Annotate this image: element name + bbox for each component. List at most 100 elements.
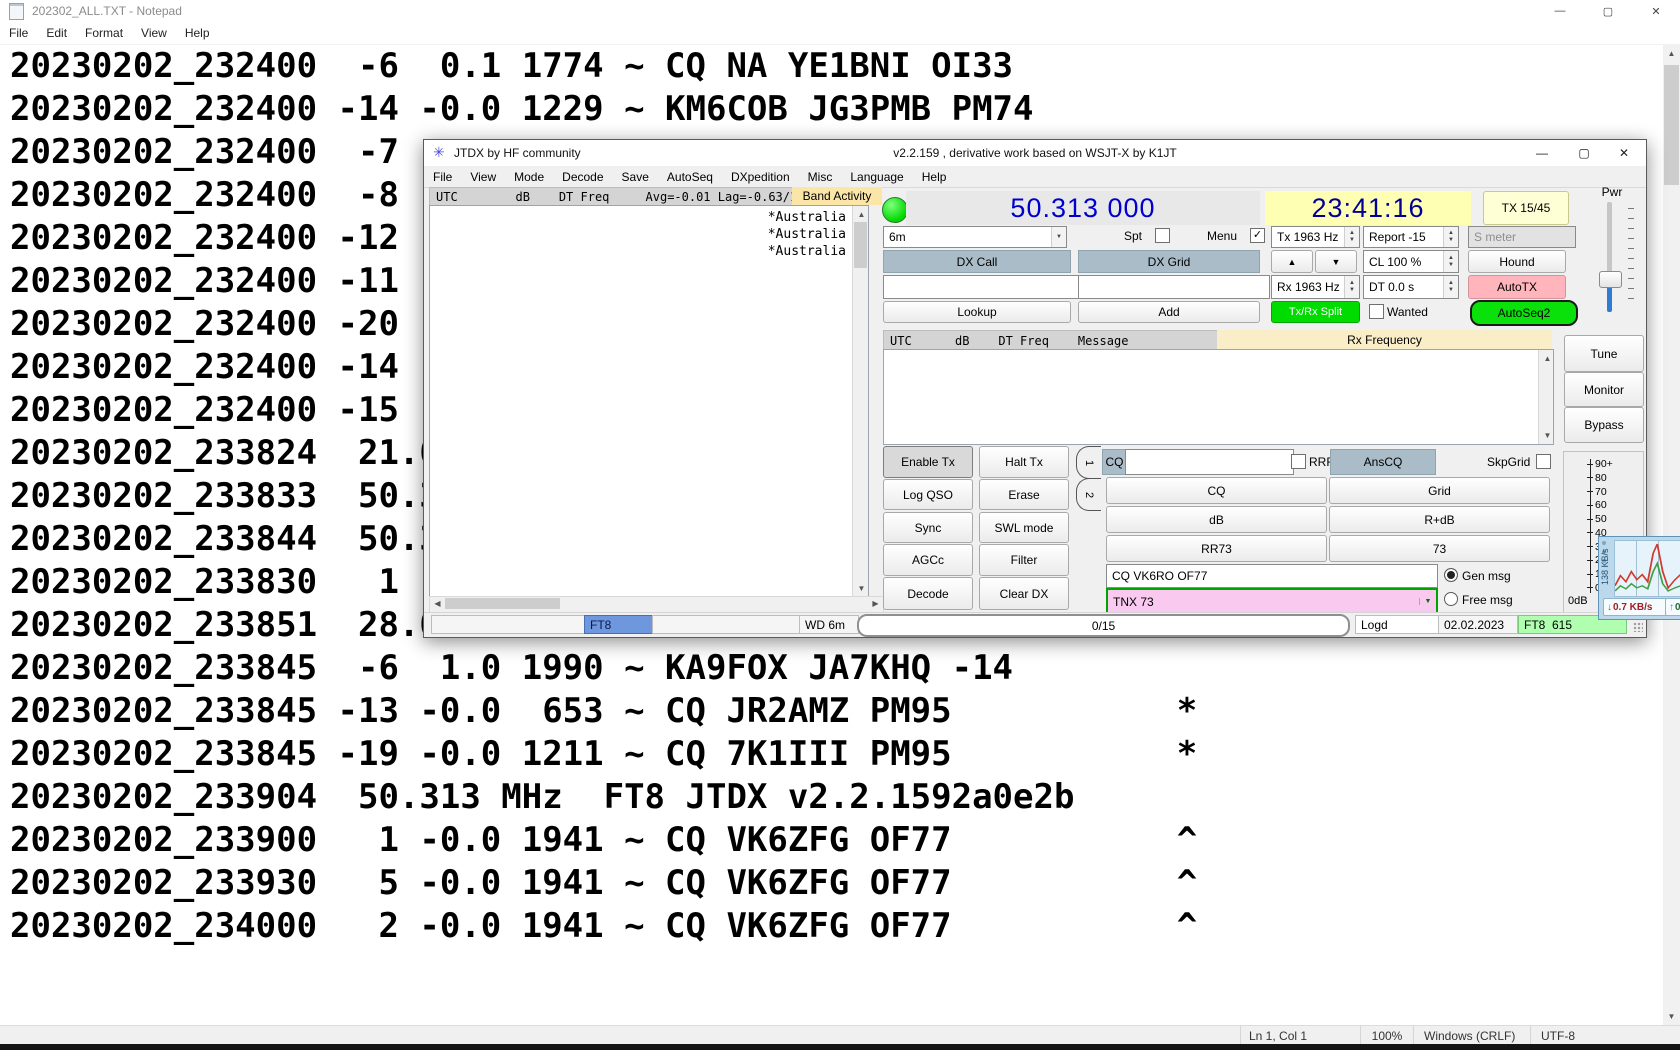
notepad-close-icon[interactable]: ✕ bbox=[1632, 0, 1680, 22]
autoseq2-button[interactable]: AutoSeq2 bbox=[1470, 300, 1578, 326]
anscq-button[interactable]: AnsCQ bbox=[1330, 449, 1436, 475]
dx-grid-input[interactable] bbox=[1078, 275, 1270, 299]
jtdx-menu-misc[interactable]: Misc bbox=[799, 168, 842, 186]
bypass-button[interactable]: Bypass bbox=[1564, 407, 1644, 443]
notepad-menu-help[interactable]: Help bbox=[176, 23, 219, 43]
cq-direction-input[interactable] bbox=[1125, 449, 1294, 475]
free-msg-combo[interactable]: TNX 73 ▼ bbox=[1106, 588, 1438, 615]
report-spinner[interactable]: Report -15 ▲▼ bbox=[1363, 226, 1459, 248]
cl-spinner[interactable]: CL 100 % ▲▼ bbox=[1363, 250, 1459, 273]
filter-button[interactable]: Filter bbox=[979, 544, 1069, 576]
jtdx-titlebar[interactable]: ✳ v2.2.159 , derivative work based on WS… bbox=[424, 140, 1646, 167]
scroll-up-icon[interactable]: ▲ bbox=[1539, 350, 1556, 367]
notepad-vertical-scrollbar[interactable]: ▲ ▼ bbox=[1663, 45, 1680, 1025]
gen-msg-radio[interactable] bbox=[1444, 568, 1458, 582]
notepad-minimize-icon[interactable]: — bbox=[1536, 0, 1584, 22]
pwr-slider-handle[interactable] bbox=[1599, 271, 1622, 288]
msg-73-button[interactable]: 73 bbox=[1329, 535, 1550, 562]
wanted-checkbox[interactable] bbox=[1369, 304, 1384, 319]
free-msg-radio[interactable] bbox=[1444, 592, 1458, 606]
jtdx-maximize-icon[interactable]: ▢ bbox=[1564, 140, 1604, 165]
jtdx-menu-file[interactable]: File bbox=[424, 168, 461, 186]
jtdx-menu-view[interactable]: View bbox=[461, 168, 505, 186]
notepad-restore-icon[interactable]: ▢ bbox=[1584, 0, 1632, 22]
network-monitor-widget[interactable]: 138 KB/s ↓ 0.7 KB/s ↑ 0.6 bbox=[1598, 536, 1680, 620]
lookup-button[interactable]: Lookup bbox=[883, 301, 1071, 323]
scroll-down-icon[interactable]: ▼ bbox=[853, 580, 870, 597]
band-activity-scrollbar[interactable]: ▲ ▼ bbox=[852, 206, 868, 597]
swl-mode-button[interactable]: SWL mode bbox=[979, 512, 1069, 543]
scroll-left-icon[interactable]: ◀ bbox=[430, 597, 445, 610]
add-button[interactable]: Add bbox=[1078, 301, 1260, 323]
notepad-menu-edit[interactable]: Edit bbox=[37, 23, 76, 43]
dt-value: DT 0.0 s bbox=[1364, 280, 1443, 294]
sync-button[interactable]: Sync bbox=[883, 512, 973, 543]
spinner-arrows-icon[interactable]: ▲▼ bbox=[1443, 227, 1458, 247]
tune-button[interactable]: Tune bbox=[1564, 335, 1644, 372]
skpgrid-checkbox[interactable] bbox=[1536, 454, 1551, 469]
jtdx-menu-language[interactable]: Language bbox=[841, 168, 912, 186]
scroll-up-icon[interactable]: ▲ bbox=[1663, 45, 1680, 62]
gen-msg-input[interactable]: CQ VK6RO OF77 bbox=[1106, 564, 1438, 588]
jtdx-menu-autoseq[interactable]: AutoSeq bbox=[658, 168, 722, 186]
scrollbar-thumb[interactable] bbox=[445, 598, 560, 609]
scrollbar-thumb[interactable] bbox=[1664, 65, 1679, 185]
band-activity-hscrollbar[interactable]: ◀ ▶ bbox=[429, 596, 884, 613]
scroll-up-icon[interactable]: ▲ bbox=[853, 206, 870, 223]
enable-tx-button[interactable]: Enable Tx bbox=[883, 446, 973, 478]
notepad-menu-view[interactable]: View bbox=[132, 23, 176, 43]
rx-frequency-spinner[interactable]: Rx 1963 Hz ▲▼ bbox=[1271, 275, 1360, 299]
band-activity-list[interactable]: *Australia *Australia *Australia ▲ ▼ bbox=[429, 205, 869, 598]
dt-spinner[interactable]: DT 0.0 s ▲▼ bbox=[1363, 275, 1459, 299]
upload-series bbox=[1615, 563, 1680, 591]
spinner-arrows-icon[interactable]: ▲▼ bbox=[1443, 251, 1458, 272]
msg-rdb-button[interactable]: R+dB bbox=[1329, 506, 1550, 533]
txrx-split-button[interactable]: Tx/Rx Split bbox=[1271, 301, 1360, 323]
resize-grip[interactable] bbox=[1633, 622, 1643, 632]
tab-messages-2[interactable]: 2 bbox=[1076, 478, 1101, 511]
spinner-arrows-icon[interactable]: ▲▼ bbox=[1344, 276, 1359, 298]
freq-up-button[interactable]: ▲ bbox=[1271, 250, 1313, 273]
clear-dx-button[interactable]: Clear DX bbox=[979, 577, 1069, 610]
tab-messages-1[interactable]: 1 bbox=[1076, 446, 1101, 479]
msg-grid-button[interactable]: Grid bbox=[1329, 477, 1550, 504]
dx-call-input[interactable] bbox=[883, 275, 1081, 299]
notepad-menu-file[interactable]: File bbox=[0, 23, 37, 43]
chevron-down-icon[interactable]: ▼ bbox=[1051, 227, 1066, 247]
scroll-down-icon[interactable]: ▼ bbox=[1663, 1008, 1680, 1025]
monitor-button[interactable]: Monitor bbox=[1564, 372, 1644, 407]
rx-frequency-scrollbar[interactable]: ▲ ▼ bbox=[1538, 350, 1553, 444]
band-select[interactable]: 6m ▼ bbox=[883, 226, 1067, 248]
chevron-down-icon[interactable]: ▼ bbox=[1419, 598, 1436, 605]
agcc-button[interactable]: AGCc bbox=[883, 544, 973, 576]
rrr-checkbox[interactable] bbox=[1291, 454, 1306, 469]
scrollbar-thumb[interactable] bbox=[854, 222, 867, 268]
spt-checkbox[interactable] bbox=[1155, 228, 1170, 243]
halt-tx-button[interactable]: Halt Tx bbox=[979, 446, 1069, 478]
spinner-arrows-icon[interactable]: ▲▼ bbox=[1344, 227, 1359, 247]
tx-frequency-spinner[interactable]: Tx 1963 Hz ▲▼ bbox=[1271, 226, 1360, 248]
log-qso-button[interactable]: Log QSO bbox=[883, 479, 973, 510]
notepad-menu-format[interactable]: Format bbox=[76, 23, 132, 43]
jtdx-menu-mode[interactable]: Mode bbox=[505, 168, 553, 186]
erase-button[interactable]: Erase bbox=[979, 479, 1069, 510]
msg-db-button[interactable]: dB bbox=[1106, 506, 1327, 533]
hound-button[interactable]: Hound bbox=[1468, 250, 1566, 273]
msg-rr73-button[interactable]: RR73 bbox=[1106, 535, 1327, 562]
jtdx-menu-save[interactable]: Save bbox=[613, 168, 658, 186]
tx-watchdog-button[interactable]: TX 15/45 bbox=[1483, 191, 1569, 225]
scroll-down-icon[interactable]: ▼ bbox=[1539, 427, 1556, 444]
msg-cq-button[interactable]: CQ bbox=[1106, 477, 1327, 504]
decode-button[interactable]: Decode bbox=[883, 577, 973, 610]
autotx-button[interactable]: AutoTX bbox=[1468, 275, 1566, 299]
jtdx-menu-help[interactable]: Help bbox=[913, 168, 956, 186]
jtdx-close-icon[interactable]: ✕ bbox=[1604, 140, 1644, 165]
freq-down-button[interactable]: ▼ bbox=[1315, 250, 1357, 273]
spinner-arrows-icon[interactable]: ▲▼ bbox=[1443, 276, 1458, 298]
jtdx-menu-decode[interactable]: Decode bbox=[553, 168, 612, 186]
jtdx-menu-dxpedition[interactable]: DXpedition bbox=[722, 168, 799, 186]
menu-checkbox[interactable]: ✓ bbox=[1250, 228, 1265, 243]
jtdx-minimize-icon[interactable]: — bbox=[1522, 140, 1562, 165]
scroll-right-icon[interactable]: ▶ bbox=[868, 597, 883, 610]
rx-frequency-list[interactable]: ▲ ▼ bbox=[883, 349, 1554, 445]
